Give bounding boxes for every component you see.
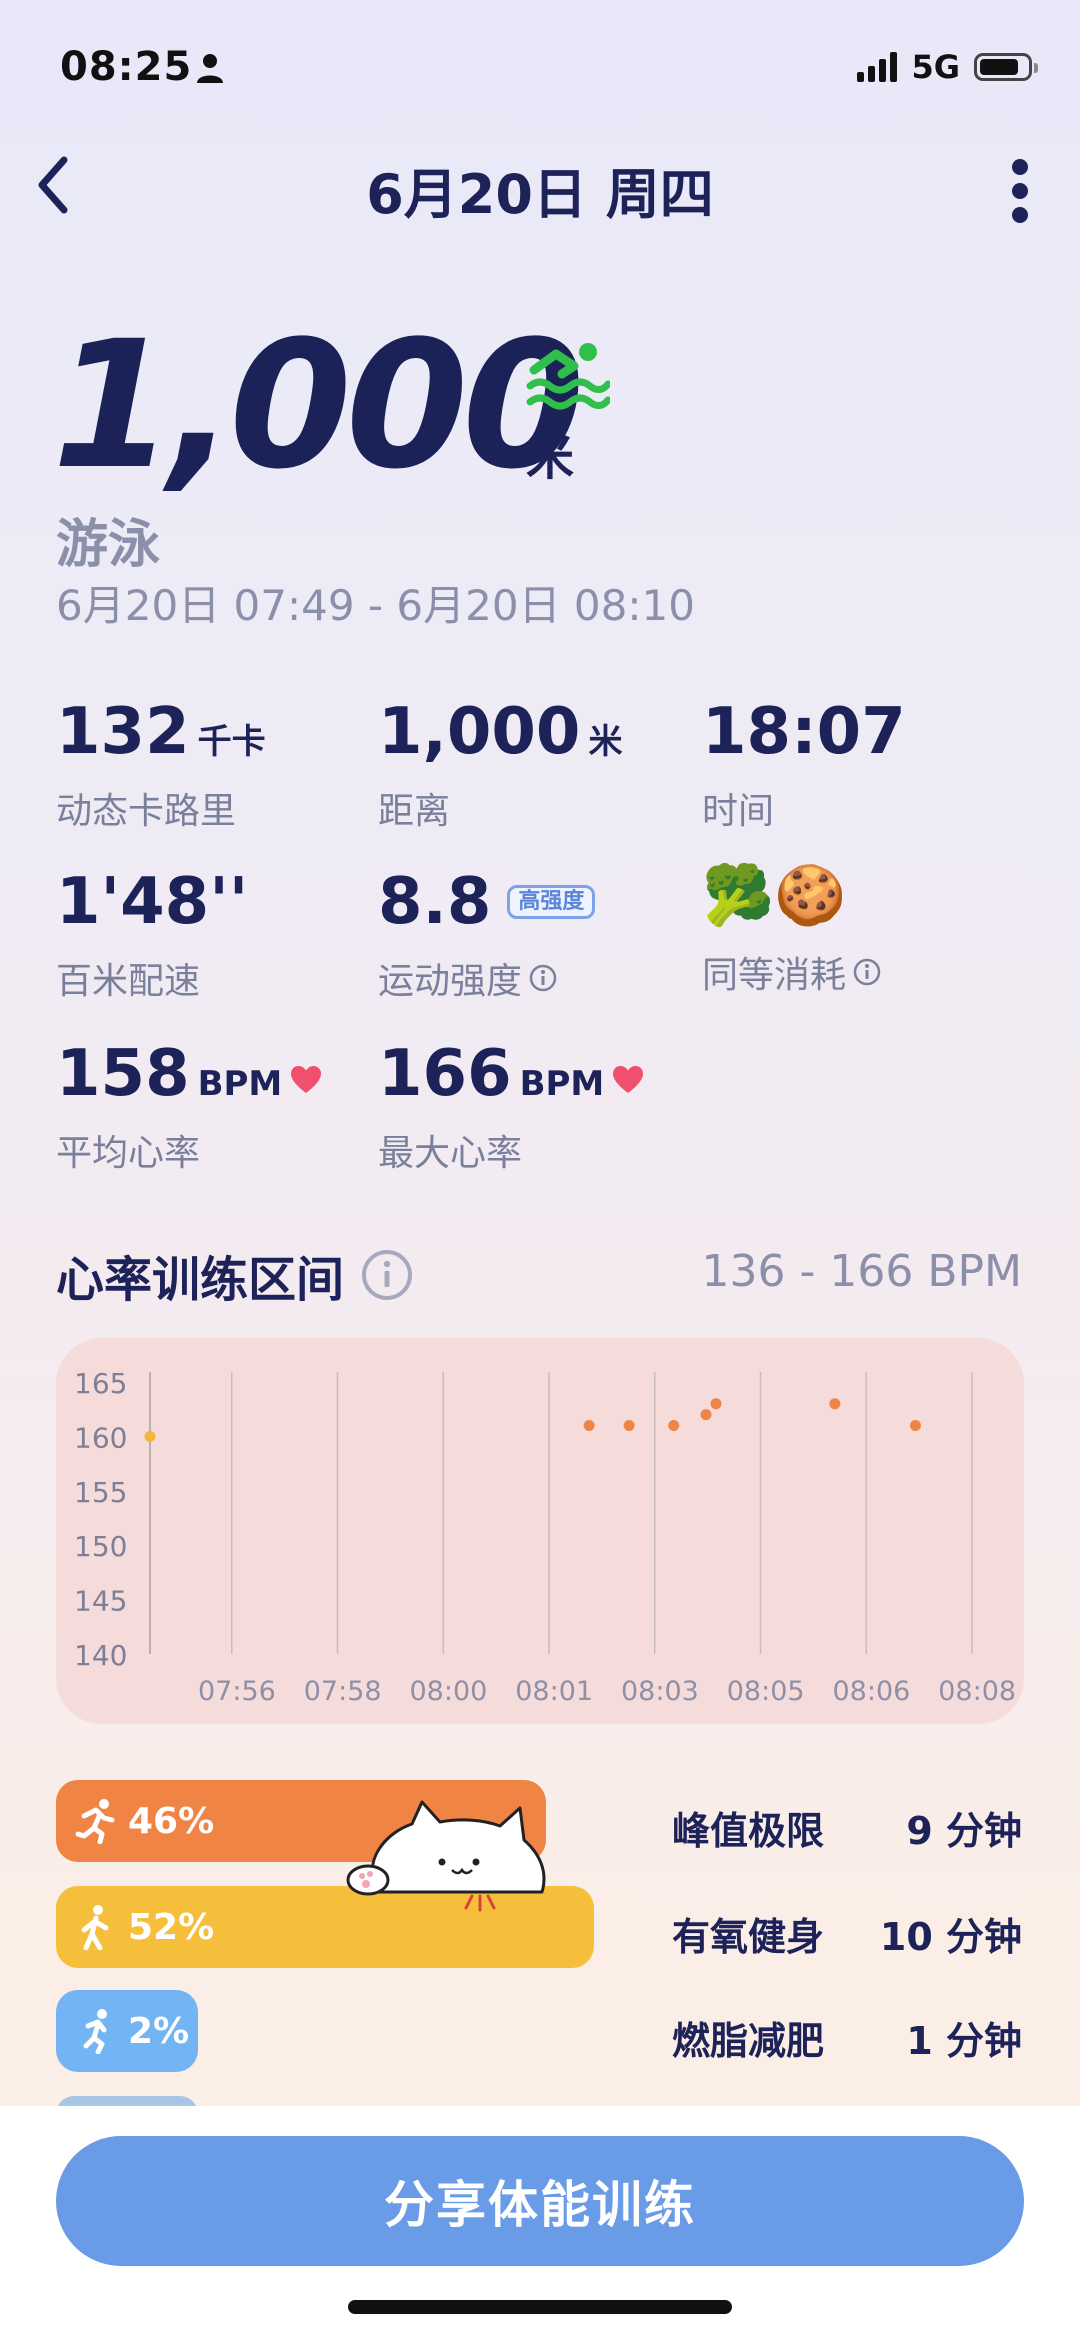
zones-bpm-range: 136 - 166 BPM — [701, 1246, 1022, 1297]
food-icons: 🥦🍪 — [702, 861, 847, 929]
metric-value: 8.8 — [378, 865, 492, 939]
battery-icon — [974, 53, 1038, 81]
x-tick-label: 07:58 — [304, 1676, 382, 1707]
metric-unit: BPM — [197, 1064, 283, 1104]
zone-duration: 9 分钟 — [906, 1809, 1022, 1853]
metric-label: 动态卡路里 — [56, 791, 237, 832]
metric-label: 最大心率 — [378, 1133, 523, 1174]
zones-section-title: 心率训练区间 — [56, 1240, 414, 1310]
y-tick-label: 165 — [74, 1367, 127, 1400]
metric-label: 运动强度 — [378, 961, 523, 1002]
status-time: 08:25 — [60, 44, 193, 90]
data-point — [623, 1420, 635, 1432]
x-tick-label: 08:01 — [515, 1676, 593, 1707]
heart-icon — [613, 1066, 644, 1093]
heart-rate-chart: 165 160 155 150 145 140 07:56 07:58 08:00 08:01 08… — [56, 1338, 1024, 1724]
data-point — [829, 1398, 841, 1410]
sport-type: 游泳 — [56, 515, 161, 575]
status-indicators: 5G — [857, 48, 1038, 86]
zone-duration: 1 分钟 — [906, 2019, 1022, 2063]
metric-unit: 米 — [588, 722, 623, 762]
intensity-badge: 高强度 — [507, 885, 596, 919]
metric-unit: 千卡 — [197, 722, 266, 762]
metric-intensity: 8.8 高强度 运动强度 — [378, 865, 596, 1004]
metric-value: 1,000 — [378, 695, 581, 769]
jogging-icon — [83, 2009, 107, 2054]
data-point — [700, 1409, 712, 1421]
metric-duration: 18:07 时间 — [702, 700, 906, 834]
zone-name: 燃脂减肥 — [672, 2019, 825, 2063]
network-type: 5G — [911, 48, 960, 86]
zone-name: 有氧健身 — [672, 1915, 825, 1959]
data-point — [668, 1420, 680, 1432]
heart-icon — [291, 1066, 322, 1093]
user-icon — [197, 54, 223, 83]
metric-unit: BPM — [519, 1064, 605, 1104]
x-tick-label: 08:08 — [938, 1676, 1016, 1707]
metric-value: 132 — [56, 695, 190, 769]
metric-value: 1'48'' — [56, 865, 249, 939]
data-point — [144, 1430, 156, 1442]
page-title: 6月20日 周四 — [366, 163, 714, 226]
x-tick-label: 08:03 — [621, 1676, 699, 1707]
metric-distance: 1,000 米 距离 — [378, 700, 622, 834]
metric-label: 距离 — [378, 791, 451, 832]
running-icon — [75, 1799, 115, 1844]
metric-pace: 1'48'' 百米配速 — [56, 870, 248, 1004]
info-icon[interactable] — [852, 957, 882, 987]
metric-label: 百米配速 — [56, 961, 201, 1002]
cat-sticker-icon — [346, 1800, 546, 1912]
home-indicator[interactable] — [348, 2300, 732, 2314]
info-icon[interactable] — [360, 1248, 414, 1302]
zone-duration: 10 分钟 — [879, 1915, 1022, 1959]
metric-label: 平均心率 — [56, 1133, 201, 1174]
metric-value: 18:07 — [702, 695, 906, 769]
walking-icon — [81, 1905, 109, 1950]
distance-unit: 米 — [526, 430, 575, 486]
info-icon[interactable] — [528, 963, 558, 993]
x-tick-label: 08:05 — [727, 1676, 805, 1707]
y-tick-label: 160 — [74, 1421, 127, 1454]
y-tick-label: 150 — [74, 1530, 127, 1563]
data-point — [583, 1420, 595, 1432]
metric-value: 158 — [56, 1037, 190, 1111]
zone-bar-fatburn[interactable]: 2% — [56, 1990, 198, 2072]
more-options-icon[interactable] — [1010, 158, 1030, 224]
metric-value: 166 — [378, 1037, 512, 1111]
data-point — [710, 1398, 722, 1410]
zone-percent: 52% — [128, 1906, 215, 1948]
distance-hero: 1,000 — [52, 303, 585, 508]
swimming-icon — [526, 343, 610, 410]
metric-avg-heart-rate: 158 BPM 平均心率 — [56, 1042, 322, 1176]
x-tick-label: 07:56 — [198, 1676, 276, 1707]
zone-percent: 2% — [128, 2010, 190, 2052]
metric-label: 时间 — [702, 791, 775, 832]
metric-label: 同等消耗 — [702, 955, 847, 996]
y-tick-label: 140 — [74, 1639, 127, 1672]
signal-icon — [857, 52, 898, 82]
heart-rate-chart-svg: 165 160 155 150 145 140 07:56 07:58 08:00 08:01 08… — [74, 1367, 1016, 1707]
x-tick-label: 08:00 — [410, 1676, 488, 1707]
metric-calories: 132 千卡 动态卡路里 — [56, 700, 266, 834]
zone-name: 峰值极限 — [672, 1809, 825, 1853]
metric-max-heart-rate: 166 BPM 最大心率 — [378, 1042, 644, 1176]
y-tick-label: 145 — [74, 1585, 127, 1618]
zones-title-text: 心率训练区间 — [56, 1252, 345, 1308]
share-workout-button[interactable]: 分享体能训练 — [56, 2136, 1024, 2266]
zone-percent: 46% — [128, 1800, 215, 1842]
x-tick-label: 08:06 — [833, 1676, 911, 1707]
data-point — [909, 1420, 921, 1432]
metric-equivalent: 🥦🍪 同等消耗 — [702, 866, 882, 998]
workout-time-range: 6月20日 07:49 - 6月20日 08:10 — [56, 581, 695, 630]
y-tick-label: 155 — [74, 1476, 127, 1509]
